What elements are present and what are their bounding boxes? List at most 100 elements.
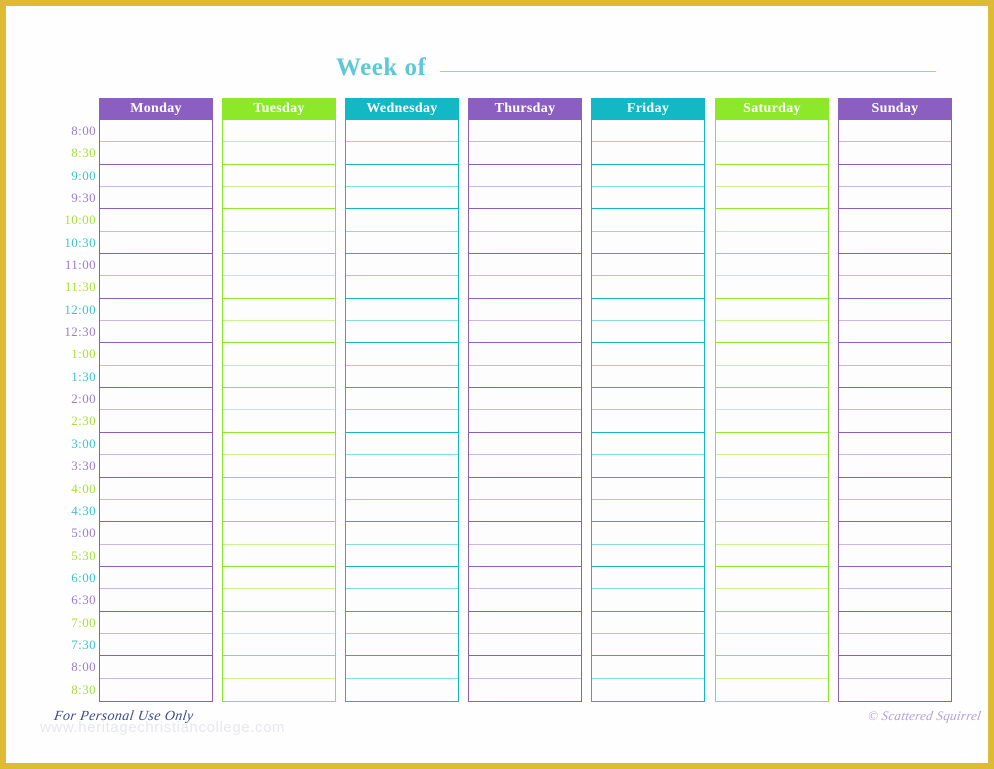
time-slot[interactable] xyxy=(346,478,458,500)
time-slot[interactable] xyxy=(100,455,212,478)
time-slot[interactable] xyxy=(223,187,335,210)
time-slot[interactable] xyxy=(346,187,458,210)
time-slot[interactable] xyxy=(716,679,828,701)
time-slot[interactable] xyxy=(223,500,335,523)
time-slot[interactable] xyxy=(346,321,458,344)
time-slot[interactable] xyxy=(469,254,581,277)
time-slot[interactable] xyxy=(469,500,581,523)
time-slot[interactable] xyxy=(716,634,828,657)
time-slot[interactable] xyxy=(839,433,951,456)
time-slot[interactable] xyxy=(716,187,828,210)
time-slot[interactable] xyxy=(716,142,828,165)
time-slot[interactable] xyxy=(100,545,212,567)
time-slot[interactable] xyxy=(100,366,212,389)
time-slot[interactable] xyxy=(346,545,458,567)
time-slot[interactable] xyxy=(346,142,458,165)
time-slot[interactable] xyxy=(100,522,212,545)
time-slot[interactable] xyxy=(346,388,458,411)
time-slot[interactable] xyxy=(469,679,581,701)
time-slot[interactable] xyxy=(100,165,212,188)
time-slot[interactable] xyxy=(839,165,951,188)
time-slot[interactable] xyxy=(716,455,828,478)
time-slot[interactable] xyxy=(469,388,581,411)
time-slot[interactable] xyxy=(592,388,704,411)
time-slot[interactable] xyxy=(839,589,951,612)
time-slot[interactable] xyxy=(839,656,951,679)
time-slot[interactable] xyxy=(346,165,458,188)
time-slot[interactable] xyxy=(469,232,581,255)
time-slot[interactable] xyxy=(592,500,704,523)
time-slot[interactable] xyxy=(839,478,951,500)
time-slot[interactable] xyxy=(100,500,212,523)
time-slot[interactable] xyxy=(100,232,212,255)
time-slot[interactable] xyxy=(346,500,458,523)
time-slot[interactable] xyxy=(223,522,335,545)
time-slot[interactable] xyxy=(592,254,704,277)
time-slot[interactable] xyxy=(839,142,951,165)
time-slot[interactable] xyxy=(592,142,704,165)
time-slot[interactable] xyxy=(839,612,951,634)
time-slot[interactable] xyxy=(223,433,335,456)
time-slot[interactable] xyxy=(100,478,212,500)
time-slot[interactable] xyxy=(223,612,335,634)
time-slot[interactable] xyxy=(100,299,212,322)
time-slot[interactable] xyxy=(100,634,212,657)
week-of-write-in-line[interactable] xyxy=(440,71,936,72)
time-slot[interactable] xyxy=(223,343,335,366)
time-slot[interactable] xyxy=(223,366,335,389)
time-slot[interactable] xyxy=(839,209,951,232)
time-slot[interactable] xyxy=(592,410,704,433)
time-slot[interactable] xyxy=(592,656,704,679)
time-slot[interactable] xyxy=(592,187,704,210)
time-slot[interactable] xyxy=(592,612,704,634)
time-slot[interactable] xyxy=(223,388,335,411)
time-slot[interactable] xyxy=(592,545,704,567)
time-slot[interactable] xyxy=(839,388,951,411)
time-slot[interactable] xyxy=(469,343,581,366)
time-slot[interactable] xyxy=(346,299,458,322)
time-slot[interactable] xyxy=(839,232,951,255)
time-slot[interactable] xyxy=(592,232,704,255)
time-slot[interactable] xyxy=(839,545,951,567)
time-slot[interactable] xyxy=(223,656,335,679)
time-slot[interactable] xyxy=(346,232,458,255)
time-slot[interactable] xyxy=(716,410,828,433)
time-slot[interactable] xyxy=(469,455,581,478)
time-slot[interactable] xyxy=(839,410,951,433)
time-slot[interactable] xyxy=(716,366,828,389)
time-slot[interactable] xyxy=(223,209,335,232)
time-slot[interactable] xyxy=(223,232,335,255)
time-slot[interactable] xyxy=(100,589,212,612)
time-slot[interactable] xyxy=(223,545,335,567)
time-slot[interactable] xyxy=(346,366,458,389)
time-slot[interactable] xyxy=(346,522,458,545)
time-slot[interactable] xyxy=(469,433,581,456)
time-slot[interactable] xyxy=(469,366,581,389)
time-slot[interactable] xyxy=(716,545,828,567)
time-slot[interactable] xyxy=(839,187,951,210)
time-slot[interactable] xyxy=(716,500,828,523)
time-slot[interactable] xyxy=(592,679,704,701)
time-slot[interactable] xyxy=(592,209,704,232)
time-slot[interactable] xyxy=(592,589,704,612)
time-slot[interactable] xyxy=(469,612,581,634)
time-slot[interactable] xyxy=(100,187,212,210)
time-slot[interactable] xyxy=(346,254,458,277)
time-slot[interactable] xyxy=(839,120,951,143)
time-slot[interactable] xyxy=(716,276,828,299)
time-slot[interactable] xyxy=(346,567,458,590)
time-slot[interactable] xyxy=(839,567,951,590)
time-slot[interactable] xyxy=(839,299,951,322)
time-slot[interactable] xyxy=(592,522,704,545)
time-slot[interactable] xyxy=(346,656,458,679)
time-slot[interactable] xyxy=(346,120,458,143)
time-slot[interactable] xyxy=(839,455,951,478)
time-slot[interactable] xyxy=(346,679,458,701)
time-slot[interactable] xyxy=(592,299,704,322)
time-slot[interactable] xyxy=(469,656,581,679)
time-slot[interactable] xyxy=(100,254,212,277)
time-slot[interactable] xyxy=(100,410,212,433)
time-slot[interactable] xyxy=(716,120,828,143)
time-slot[interactable] xyxy=(716,522,828,545)
time-slot[interactable] xyxy=(346,276,458,299)
